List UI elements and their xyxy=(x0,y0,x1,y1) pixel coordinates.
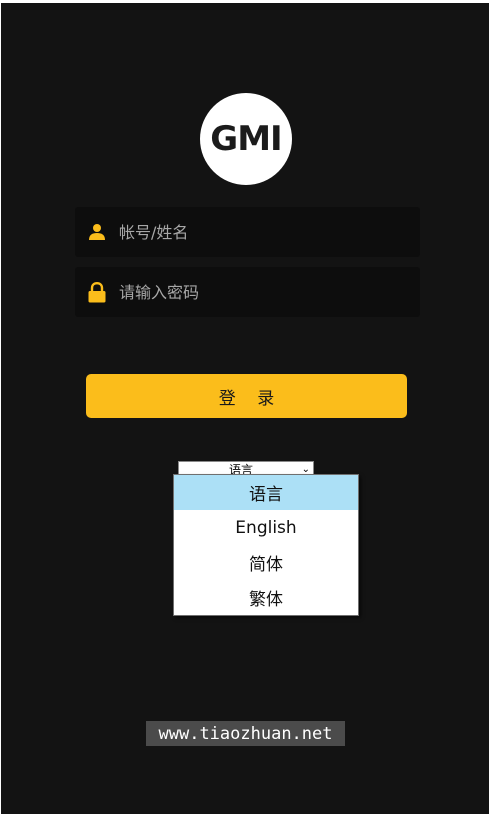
password-input[interactable] xyxy=(119,282,399,302)
language-option[interactable]: 简体 xyxy=(174,545,358,580)
lock-icon xyxy=(87,281,107,302)
language-option[interactable]: English xyxy=(174,510,358,545)
username-field[interactable] xyxy=(75,207,420,257)
watermark: www.tiaozhuan.net xyxy=(146,721,345,746)
username-input[interactable] xyxy=(119,222,399,242)
password-field[interactable] xyxy=(75,267,420,317)
app-logo: GMI xyxy=(200,93,292,185)
language-dropdown: 语言 English 简体 繁体 xyxy=(173,474,359,616)
login-button[interactable]: 登 录 xyxy=(86,374,407,418)
user-icon xyxy=(87,222,107,242)
logo-text: GMI xyxy=(210,119,282,159)
language-option[interactable]: 语言 xyxy=(174,475,358,510)
login-screen: GMI 登 录 语言 ⌄ 语言 English 简体 繁体 www.tiaozh… xyxy=(1,3,489,814)
language-option[interactable]: 繁体 xyxy=(174,580,358,615)
